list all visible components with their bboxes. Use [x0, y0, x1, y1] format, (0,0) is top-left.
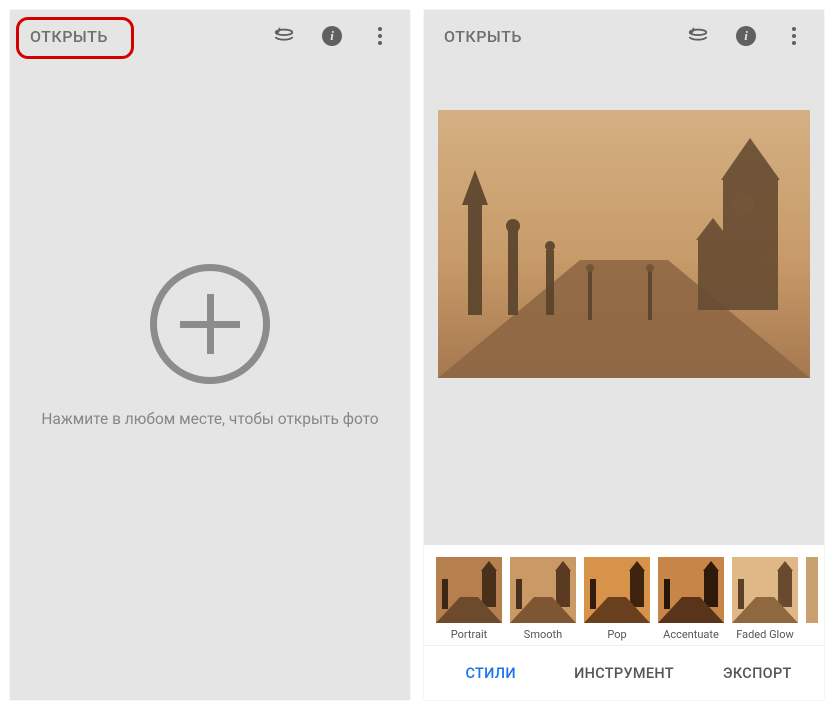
more-icon[interactable] — [774, 16, 814, 56]
tab-export[interactable]: ЭКСПОРТ — [691, 646, 824, 700]
style-thumb[interactable]: Accentuate — [658, 557, 724, 641]
style-label: Smooth — [510, 628, 576, 641]
main-image[interactable] — [438, 110, 810, 378]
topbar: ОТКРЫТЬ i — [10, 10, 410, 62]
style-thumb[interactable]: Portrait — [436, 557, 502, 641]
open-button[interactable]: ОТКРЫТЬ — [440, 21, 526, 52]
style-label: Accentuate — [658, 628, 724, 641]
screen-empty: ОТКРЫТЬ i Нажмите — [10, 10, 410, 700]
tabs: СТИЛИ ИНСТРУМЕНТ ЭКСПОРТ — [424, 646, 824, 700]
layers-icon[interactable] — [678, 16, 718, 56]
style-thumb[interactable]: Faded Glow — [732, 557, 798, 641]
plus-icon — [180, 294, 240, 354]
topbar: ОТКРЫТЬ i — [424, 10, 824, 62]
style-label: Faded Glow — [732, 628, 798, 641]
tab-tools[interactable]: ИНСТРУМЕНТ — [557, 646, 690, 700]
style-label: Pop — [584, 628, 650, 641]
layers-icon[interactable] — [264, 16, 304, 56]
style-thumb[interactable]: Smooth — [510, 557, 576, 641]
style-thumb[interactable]: Pop — [584, 557, 650, 641]
open-button[interactable]: ОТКРЫТЬ — [26, 21, 112, 52]
more-icon[interactable] — [360, 16, 400, 56]
info-icon[interactable]: i — [312, 16, 352, 56]
screen-editor: ОТКРЫТЬ i — [424, 10, 824, 700]
style-thumb-partial[interactable] — [806, 557, 818, 641]
empty-state[interactable]: Нажмите в любом месте, чтобы открыть фот… — [10, 62, 410, 700]
add-photo-button[interactable] — [150, 264, 270, 384]
tab-styles[interactable]: СТИЛИ — [424, 646, 557, 700]
info-icon[interactable]: i — [726, 16, 766, 56]
style-label: Portrait — [436, 628, 502, 641]
bottom-panel: Portrait Smooth Pop Accentuate Faded Glo — [424, 545, 824, 700]
style-thumbnails: Portrait Smooth Pop Accentuate Faded Glo — [424, 545, 824, 646]
empty-hint: Нажмите в любом месте, чтобы открыть фот… — [35, 410, 384, 428]
